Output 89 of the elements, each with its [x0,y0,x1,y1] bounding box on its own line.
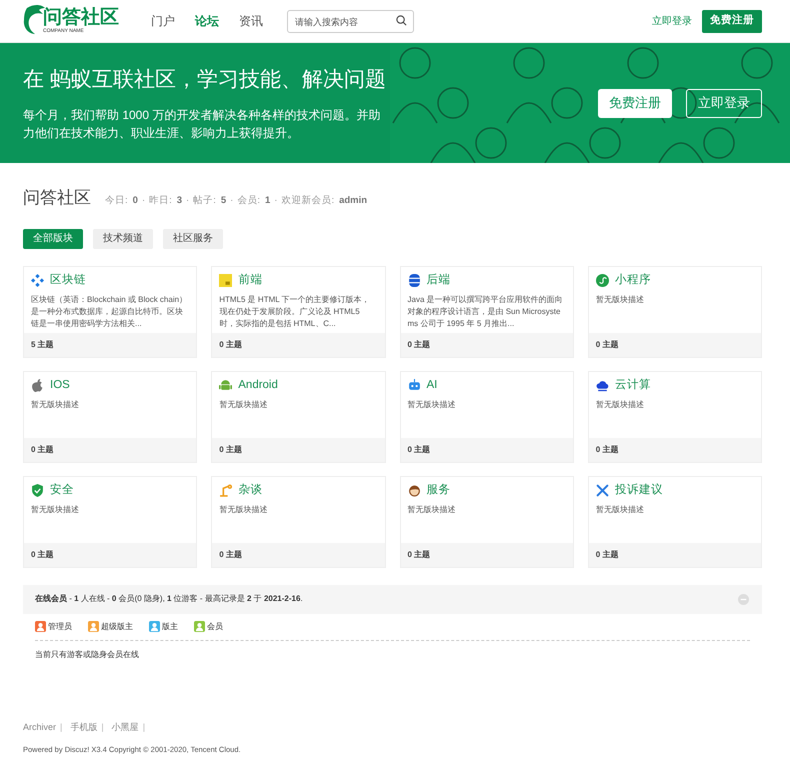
forum-title[interactable]: 杂谈 [238,482,262,499]
forum-card[interactable]: AI 暂无版块描述 0 主题 [400,370,574,462]
login-button[interactable]: 立即登录 [686,88,762,118]
tab[interactable]: 社区服务 [163,228,223,248]
forum-description: 区块链（英语：Blockchain 或 Block chain）是一种分布式数据库，起源自比特币。区块链是一串使用密码学方法相关... [31,294,188,330]
forum-description: Java 是一种可以撰写跨平台应用软件的面向对象的程序设计语言，是由 Sun Microsystems 公司于 1995 年 5 月推出... [408,294,564,330]
legend-label: 超级版主 [101,620,133,632]
footer-link[interactable]: Archiver [23,720,56,734]
stat-label: 欢迎新会员: [281,194,334,208]
stat-value: 0 [132,194,138,208]
tab[interactable]: 全部版块 [23,228,83,248]
forum-description: 暂无版块描述 [219,504,268,516]
topic-count: 0 主题 [408,338,430,350]
separator: | [60,720,62,734]
nav-link[interactable]: 论坛 [195,12,219,30]
separator: · [274,194,278,208]
legend-label: 会员 [207,620,223,632]
forum-title[interactable]: 区块链 [50,272,86,289]
separator: · [186,194,190,208]
forum-card[interactable]: 杂谈 暂无版块描述 0 主题 [211,476,386,568]
online-summary: 在线会员 -1 人在线 - 0 会员(0 隐身), 1 位游客 - 最高记录是 2 于 2021-2-16. [35,593,303,605]
forum-card[interactable]: 小程序 暂无版块描述 0 主题 [588,266,762,358]
legend-label: 管理员 [48,620,72,632]
forum-card[interactable]: 前端 HTML5 是 HTML 下一个的主要修订版本，现在仍处于发展阶段。广义论及 HTML5 时，实际指的是包括 HTML、C... 0 主题 [211,266,386,358]
topic-count: 0 主题 [408,444,430,456]
forum-card[interactable]: 投诉建议 暂无版块描述 0 主题 [588,476,762,568]
forum-description: 暂无版块描述 [596,398,645,411]
forum-title[interactable]: 服务 [426,482,450,499]
separator: | [101,720,104,734]
register-button[interactable]: 免费注册 [598,88,672,118]
forum-title[interactable]: 小程序 [614,272,651,289]
forum-card[interactable]: IOS 暂无版块描述 0 主题 [23,370,198,462]
forum-title[interactable]: AI [426,376,438,394]
topic-count: 0 主题 [596,444,618,456]
forum-description: 暂无版块描述 [408,398,456,411]
forum-title[interactable]: IOS [50,376,70,394]
separator: · [142,194,146,208]
forum-description: 暂无版块描述 [408,504,456,516]
topic-count: 5 主题 [31,338,54,350]
forum-description: 暂无版块描述 [219,398,268,411]
banner-title: 在 蚂蚁互联社区，学习技能、解决问题 [23,67,386,94]
stat-label: 今日: [105,194,128,208]
topic-count: 0 主题 [219,444,242,456]
forum-card[interactable]: 后端 Java 是一种可以撰写跨平台应用软件的面向对象的程序设计语言，是由 Sun Microsystems 公司于 1995 年 5 月推出... 0 主题 [400,266,574,358]
stat-label: 昨日: [149,194,172,208]
section-title: 问答社区 [23,187,91,209]
forum-description: 暂无版块描述 [596,504,645,516]
forum-description: 暂无版块描述 [596,294,645,306]
nav-link[interactable]: 门户 [151,12,175,30]
login-link[interactable]: 立即登录 [652,14,692,28]
stat-label: 会员: [237,194,260,208]
topic-count: 0 主题 [219,548,242,560]
logo-text: 问答社区 [43,8,119,28]
forum-description: 暂无版块描述 [31,398,80,411]
stat-value: 1 [264,194,270,208]
forum-description: 暂无版块描述 [31,504,80,516]
forum-card[interactable]: 服务 暂无版块描述 0 主题 [400,476,574,568]
stat-value: admin [339,194,368,208]
forum-title[interactable]: 投诉建议 [614,482,663,499]
forum-card[interactable]: 云计算 暂无版块描述 0 主题 [588,370,762,462]
topic-count: 0 主题 [31,548,54,560]
stat-label: 帖子: [193,194,216,208]
tab[interactable]: 技术频道 [93,228,153,248]
topic-count: 0 主题 [596,338,618,350]
stat-value: 5 [220,194,226,208]
forum-title[interactable]: 前端 [238,272,262,289]
forum-card[interactable]: 区块链 区块链（英语：Blockchain 或 Block chain）是一种分布式数据库，起源自比特币。区块链是一串使用密码学方法相关... 5 主题 [23,266,198,358]
online-note: 当前只有游客或隐身会员在线 [35,648,140,660]
forum-description: HTML5 是 HTML 下一个的主要修订版本，现在仍处于发展阶段。广义论及 HTML5 时，实际指的是包括 HTML、C... [219,294,371,330]
register-button[interactable]: 免费注册 [702,10,762,32]
footer-link[interactable]: 小黑屋 [112,720,139,734]
nav-link[interactable]: 资讯 [239,12,263,30]
topic-count: 0 主题 [31,444,54,456]
footer-link[interactable]: 手机版 [70,720,98,734]
separator: | [142,720,146,734]
legend-label: 版主 [162,620,178,632]
topic-count: 0 主题 [219,338,242,350]
topic-count: 0 主题 [596,548,618,560]
topic-count: 0 主题 [408,548,430,560]
forum-title[interactable]: 云计算 [614,376,651,394]
forum-card[interactable]: 安全 暂无版块描述 0 主题 [23,476,198,568]
forum-card[interactable]: Android 暂无版块描述 0 主题 [211,370,386,462]
separator: · [230,194,234,208]
forum-title[interactable]: Android [238,376,278,394]
forum-title[interactable]: 安全 [50,482,74,499]
search-field[interactable]: 请输入搜索内容 [287,10,414,34]
stat-value: 3 [176,194,182,208]
forum-title[interactable]: 后端 [426,272,450,289]
banner-text: 每个月，我们帮助 1000 万的开发者解决各种各样的技术问题。并助力他们在技术能力、职业生涯、影响力上获得提升。 [23,106,382,142]
